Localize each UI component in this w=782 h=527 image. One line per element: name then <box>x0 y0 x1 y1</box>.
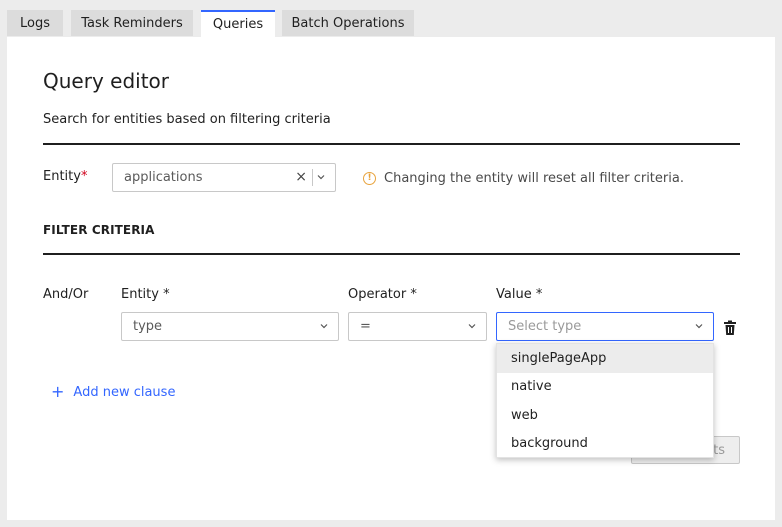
entity-info-message: ! Changing the entity will reset all fil… <box>363 171 684 186</box>
dropdown-option[interactable]: native <box>497 373 713 402</box>
dropdown-option[interactable]: web <box>497 401 713 430</box>
clause-operator-select[interactable]: = <box>348 312 487 341</box>
close-icon[interactable]: × <box>295 169 307 185</box>
tab-label: Queries <box>212 17 264 32</box>
entity-select-value: applications <box>124 170 203 185</box>
required-mark: * <box>80 169 88 184</box>
clause-value-select[interactable]: Select type <box>496 312 714 341</box>
trash-icon[interactable] <box>723 320 737 336</box>
page-title: Query editor <box>43 69 169 93</box>
select-separator <box>312 169 313 186</box>
tab-label: Logs <box>20 15 50 31</box>
chevron-down-icon <box>317 175 325 180</box>
tab-batch-operations[interactable]: Batch Operations <box>282 10 414 36</box>
clause-entity-value: type <box>133 319 163 334</box>
chevron-down-icon <box>695 324 703 329</box>
clause-operator-value: = <box>360 319 371 334</box>
operator-column-header: Operator * <box>348 287 417 302</box>
tab-label: Task Reminders <box>81 15 183 31</box>
dropdown-option[interactable]: singlePageApp <box>497 344 713 373</box>
filter-criteria-heading: FILTER CRITERIA <box>43 223 155 237</box>
chevron-down-icon <box>468 324 476 329</box>
add-new-clause-button[interactable]: + Add new clause <box>51 384 175 400</box>
chevron-down-icon <box>320 324 328 329</box>
value-column-header: Value * <box>496 287 543 302</box>
entity-label: Entity* <box>43 169 87 184</box>
entity-select[interactable]: applications × <box>112 163 336 192</box>
clause-value-placeholder: Select type <box>508 319 582 334</box>
page-subtitle: Search for entities based on filtering c… <box>43 112 331 127</box>
tab-logs[interactable]: Logs <box>7 10 63 36</box>
info-icon: ! <box>363 172 376 185</box>
divider <box>43 143 740 145</box>
divider <box>43 253 740 255</box>
tab-label: Batch Operations <box>291 15 405 31</box>
entity-label-text: Entity <box>43 169 81 184</box>
tab-queries[interactable]: Queries <box>201 10 275 37</box>
plus-icon: + <box>51 382 65 401</box>
tab-task-reminders[interactable]: Task Reminders <box>71 10 193 36</box>
dropdown-option[interactable]: background <box>497 430 713 459</box>
info-text: Changing the entity will reset all filte… <box>384 171 684 186</box>
entity-column-header: Entity * <box>121 287 170 302</box>
clause-entity-select[interactable]: type <box>121 312 339 341</box>
add-new-clause-label: Add new clause <box>73 384 176 400</box>
value-dropdown-menu: singlePageApp native web background <box>496 343 714 458</box>
query-editor-panel: Query editor Search for entities based o… <box>7 37 775 520</box>
partially-hidden-button-label: ts <box>713 442 725 458</box>
and-or-header: And/Or <box>43 287 89 302</box>
